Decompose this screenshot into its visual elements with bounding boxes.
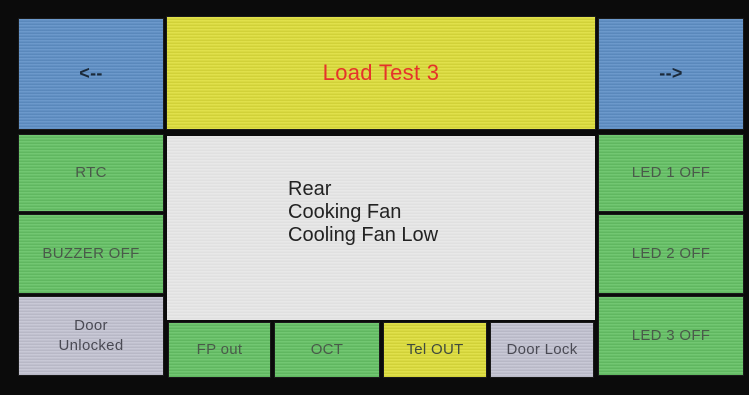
tel-out-button[interactable]: Tel OUT [383, 322, 487, 378]
buzzer-label: BUZZER OFF [42, 244, 140, 262]
led3-button[interactable]: LED 3 OFF [598, 296, 744, 376]
tel-out-label: Tel OUT [406, 340, 464, 358]
led2-label: LED 2 OFF [631, 244, 711, 262]
display-line-1: Rear [288, 178, 332, 200]
page-title: Load Test 3 [322, 59, 440, 85]
led1-label: LED 1 OFF [631, 163, 711, 181]
oct-label: OCT [310, 340, 344, 358]
led2-button[interactable]: LED 2 OFF [598, 214, 744, 294]
led1-button[interactable]: LED 1 OFF [598, 134, 744, 212]
display-line-3: Cooling Fan Low [288, 224, 439, 246]
buzzer-button[interactable]: BUZZER OFF [18, 214, 164, 294]
fp-out-label: FP out [196, 340, 243, 358]
touch-screen: <-- Load Test 3 --> RTC BUZZER OFF Door … [0, 0, 749, 395]
display-line-2: Cooking Fan [288, 201, 402, 223]
oct-button[interactable]: OCT [274, 322, 380, 378]
door-status-line2: Unlocked [58, 337, 124, 354]
title-banner: Load Test 3 [166, 16, 596, 130]
rtc-button[interactable]: RTC [18, 134, 164, 212]
door-lock-button[interactable]: Door Lock [490, 322, 594, 378]
back-button[interactable]: <-- [18, 18, 164, 130]
forward-button[interactable]: --> [598, 18, 744, 130]
door-status-line1: Door [74, 316, 108, 334]
back-arrow-label: <-- [79, 63, 103, 84]
fp-out-button[interactable]: FP out [168, 322, 271, 378]
rtc-label: RTC [75, 163, 107, 181]
status-display: Rear Cooking Fan Cooling Fan Low [167, 136, 595, 320]
door-lock-label: Door Lock [506, 340, 578, 358]
led3-label: LED 3 OFF [631, 326, 711, 344]
forward-arrow-label: --> [659, 63, 683, 84]
door-status-button[interactable]: Door Unlocked [18, 296, 164, 376]
